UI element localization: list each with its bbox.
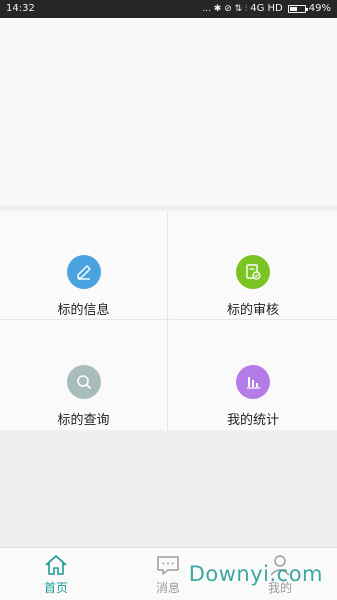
battery-icon [287, 5, 308, 13]
grid-item-label: 标的信息 [57, 303, 110, 318]
status-icons: ... ✱ ⊘ ⇅ ⫶ 4G HD 49% [202, 0, 331, 18]
grid-item-audit[interactable]: 标的审核 [169, 211, 337, 320]
network-label: 4G HD [250, 3, 283, 14]
grid-item-info[interactable]: 标的信息 [0, 211, 168, 320]
home-icon [45, 555, 67, 575]
message-icon [157, 556, 179, 575]
status-time: 14:32 [6, 3, 35, 14]
audit-check-icon [236, 255, 270, 289]
grid-item-label: 我的统计 [226, 413, 279, 428]
battery-percent: 49% [308, 3, 331, 14]
grid-item-query[interactable]: 标的查询 [0, 321, 168, 430]
grid-item-stats[interactable]: 我的统计 [169, 321, 337, 430]
edit-icon [66, 255, 101, 289]
tab-home[interactable]: 首页 [0, 548, 112, 600]
grid-item-label: 标的审核 [226, 303, 279, 318]
bar-chart-icon [236, 365, 270, 399]
search-icon [66, 365, 101, 399]
banner-area [0, 18, 337, 205]
tab-label: 首页 [43, 581, 68, 595]
function-grid: 标的信息 标的审核 标的查询 我的统计 [0, 211, 337, 430]
watermark: Downyi.com [188, 562, 323, 586]
status-bar: 14:32 ... ✱ ⊘ ⇅ ⫶ 4G HD 49% [0, 0, 337, 18]
grid-item-label: 标的查询 [57, 413, 110, 428]
status-indicator-icons: ... ✱ ⊘ ⇅ ⫶ [202, 4, 248, 14]
